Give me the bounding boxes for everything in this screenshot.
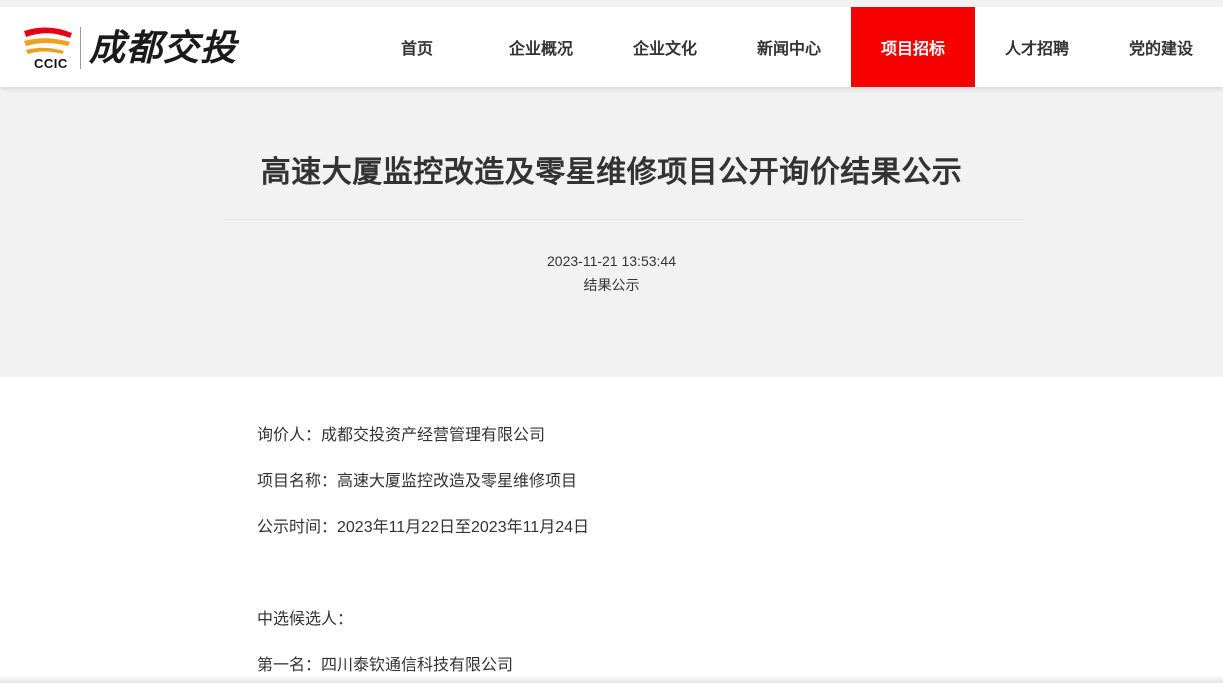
- body-line-candidates-heading: 中选候选人：: [257, 611, 354, 628]
- body-line-inquirer: 询价人：成都交投资产经营管理有限公司: [257, 427, 546, 444]
- nav-item-news[interactable]: 新闻中心: [727, 7, 851, 87]
- logo-abbr: CCIC: [34, 56, 68, 71]
- main-nav: 首页 企业概况 企业文化 新闻中心 项目招标 人才招聘 党的建设: [355, 7, 1223, 87]
- article-header: 高速大厦监控改造及零星维修项目公开询价结果公示 2023-11-21 13:53…: [0, 87, 1223, 377]
- logo-divider: [80, 27, 81, 69]
- title-divider: [224, 219, 1024, 220]
- page-bottom-edge: [0, 675, 1223, 683]
- ccic-logo-mark: CCIC: [22, 25, 76, 71]
- nav-item-party[interactable]: 党的建设: [1099, 7, 1223, 87]
- site-header: CCIC 成都交投 首页 企业概况 企业文化 新闻中心 项目招标 人才招聘 党的…: [0, 0, 1223, 87]
- nav-item-careers[interactable]: 人才招聘: [975, 7, 1099, 87]
- nav-item-about[interactable]: 企业概况: [479, 7, 603, 87]
- nav-item-culture[interactable]: 企业文化: [603, 7, 727, 87]
- site-logo[interactable]: CCIC 成都交投: [22, 23, 237, 73]
- article-category: 结果公示: [583, 277, 640, 293]
- logo-name: 成都交投: [89, 27, 238, 69]
- article-date: 2023-11-21 13:53:44: [547, 253, 676, 269]
- nav-item-home[interactable]: 首页: [355, 7, 479, 87]
- body-line-project-name: 项目名称：高速大厦监控改造及零星维修项目: [257, 473, 578, 490]
- article-title: 高速大厦监控改造及零星维修项目公开询价结果公示: [260, 156, 963, 189]
- body-line-first-place: 第一名：四川泰钦通信科技有限公司: [257, 657, 514, 674]
- nav-item-bidding[interactable]: 项目招标: [851, 7, 975, 87]
- body-line-publicity-period: 公示时间：2023年11月22日至2023年11月24日: [257, 519, 590, 536]
